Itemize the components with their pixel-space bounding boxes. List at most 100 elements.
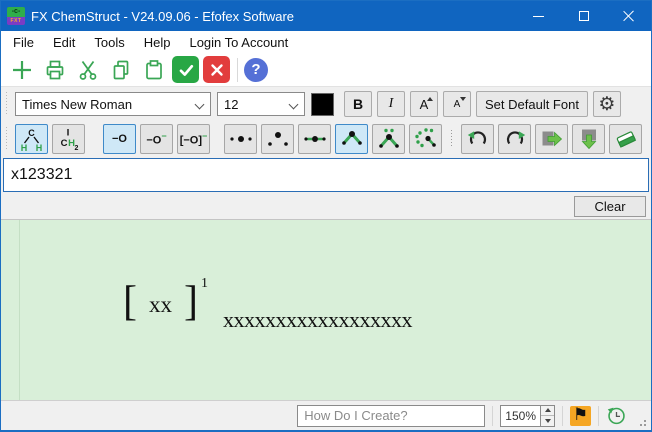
print-button[interactable] [40,55,70,85]
set-default-font-button[interactable]: Set Default Font [476,91,588,117]
svg-text:C: C [61,138,68,149]
eraser-button[interactable] [609,124,642,154]
new-button[interactable] [7,55,37,85]
italic-label: I [389,96,394,112]
resize-grip[interactable] [635,415,647,427]
hydrogens-shown-button[interactable]: C H H [15,124,48,154]
bonds-linear-button[interactable] [298,124,331,154]
menu-item-help[interactable]: Help [136,33,179,52]
lone-pair-button[interactable] [372,124,405,154]
history-button[interactable] [606,405,627,426]
expression-row [1,157,651,193]
cut-icon [76,58,100,82]
window-title: FX ChemStruct - V24.09.06 - Efofex Softw… [31,9,516,24]
toolbar-gripper[interactable] [5,127,9,151]
font-settings-button[interactable]: ⚙ [593,91,621,117]
paste-button[interactable] [139,55,169,85]
group-text: xx [149,293,172,316]
oxygen-minus-label: −O− [146,131,166,147]
dots-bent-icon [265,127,291,151]
minimize-button[interactable] [516,1,561,31]
font-size-value: 12 [224,97,238,112]
zoom-increase-button[interactable] [541,406,554,417]
status-separator [492,406,493,426]
triangle-down-icon [545,419,551,423]
bracket-group: [ xx ] 1 [123,280,205,324]
x-icon [208,61,226,79]
bracket-close: ] [184,280,198,324]
maximize-icon [579,11,589,21]
cut-button[interactable] [73,55,103,85]
svg-text:C: C [28,128,35,138]
status-separator [598,406,599,426]
redo-icon [502,127,528,151]
bonds-bent-icon [339,127,365,151]
export-right-button[interactable] [535,124,568,154]
chevron-down-icon [290,100,298,108]
dots-linear-button[interactable] [224,124,257,154]
undo-icon [465,127,491,151]
lone-pair-icon [376,127,402,151]
increase-font-button[interactable]: A [410,91,438,117]
paste-icon [142,58,166,82]
charge-none-button[interactable]: −O [103,124,136,154]
zoom-decrease-button[interactable] [541,416,554,426]
app-window: -c- FXT FX ChemStruct - V24.09.06 - Efof… [0,0,652,432]
help-button[interactable]: ? [244,58,268,82]
oxygen-bracket-label: [−O]− [180,131,208,147]
menu-item-file[interactable]: File [5,33,42,52]
font-size-select[interactable]: 12 [217,92,305,116]
cancel-button[interactable] [203,56,230,83]
title-bar[interactable]: -c- FXT FX ChemStruct - V24.09.06 - Efof… [1,1,651,31]
window-controls [516,1,651,31]
clear-button[interactable]: Clear [574,196,646,217]
font-color-swatch[interactable] [311,93,334,116]
dots-bent-button[interactable] [261,124,294,154]
structure-canvas[interactable]: [ xx ] 1 xxxxxxxxxxxxxxxxxx [1,219,651,400]
app-icon-molecule: -c- [7,7,25,17]
close-button[interactable] [606,1,651,31]
flag-icon: ⚑ [573,406,588,423]
how-do-i-create-input[interactable] [297,405,485,427]
svg-text:H: H [36,143,43,152]
gear-icon: ⚙ [598,95,615,114]
font-family-select[interactable]: Times New Roman [15,92,211,116]
hydrogens-grouped-button[interactable]: C H 2 [52,124,85,154]
copy-icon [109,58,133,82]
apply-button[interactable] [172,56,199,83]
new-plus-icon [10,58,34,82]
flag-button[interactable]: ⚑ [570,406,591,426]
close-icon [623,10,635,22]
menu-item-login[interactable]: Login To Account [181,33,296,52]
group-superscript: 1 [201,276,208,292]
chem-toolbar: C H H C H 2 −O −O− [−O]− [1,121,651,157]
export-down-button[interactable] [572,124,605,154]
zoom-spinner[interactable]: 150% [500,405,555,427]
copy-button[interactable] [106,55,136,85]
zoom-spin-arrows [540,406,554,426]
menu-item-tools[interactable]: Tools [86,33,132,52]
italic-button[interactable]: I [377,91,405,117]
menu-item-edit[interactable]: Edit [45,33,83,52]
set-default-font-label: Set Default Font [485,97,579,112]
toolbar-gripper[interactable] [5,92,9,116]
arrow-right-icon [539,127,565,151]
redo-button[interactable] [498,124,531,154]
chain-text: xxxxxxxxxxxxxxxxxx [223,307,412,333]
all-lone-pairs-button[interactable] [409,124,442,154]
font-toolbar: Times New Roman 12 B I A A Set Default F… [1,87,651,121]
clear-label: Clear [594,199,625,214]
print-icon [43,58,67,82]
toolbar-separator [450,130,453,148]
charge-bracketed-button[interactable]: [−O]− [177,124,210,154]
maximize-button[interactable] [561,1,606,31]
charge-shown-button[interactable]: −O− [140,124,173,154]
bonds-bent-button[interactable] [335,124,368,154]
decrease-font-button[interactable]: A [443,91,471,117]
undo-button[interactable] [461,124,494,154]
ch2-group-icon: C H 2 [55,127,82,152]
bold-label: B [353,96,363,112]
app-icon-label: FXT [7,17,25,25]
bold-button[interactable]: B [344,91,372,117]
expression-input[interactable] [3,158,649,192]
